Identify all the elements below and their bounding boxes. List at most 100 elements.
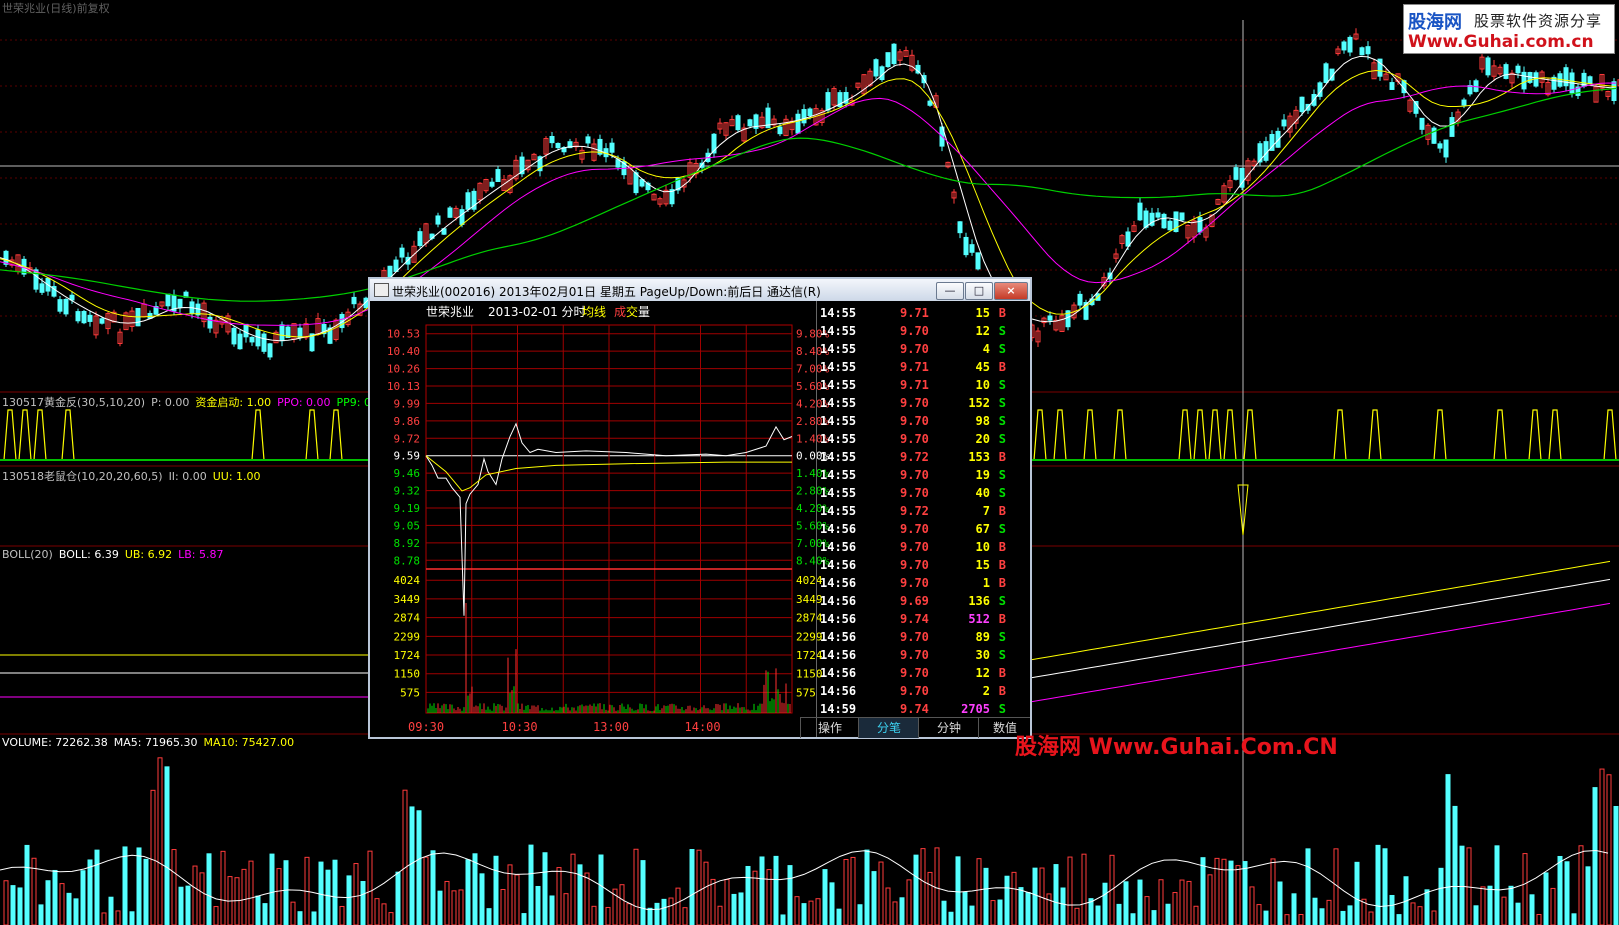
volume-bar bbox=[1172, 892, 1178, 925]
candle-body bbox=[891, 43, 897, 65]
tick-row[interactable]: 14:55 9.71 15 B bbox=[820, 305, 1008, 323]
tick-row[interactable]: 14:55 9.70 20 S bbox=[820, 431, 1008, 449]
candle-body bbox=[447, 207, 453, 218]
volume-bar bbox=[1235, 865, 1241, 925]
volume-bar bbox=[563, 893, 569, 925]
signal-spike bbox=[1603, 409, 1617, 461]
candle-body bbox=[57, 299, 63, 312]
candle-body bbox=[63, 298, 69, 315]
volume-bar bbox=[353, 863, 359, 925]
tick-time: 14:55 bbox=[820, 504, 857, 518]
volume-bar bbox=[1067, 856, 1073, 925]
tick-volume: 136 bbox=[968, 594, 990, 608]
tick-row[interactable]: 14:55 9.70 98 S bbox=[820, 413, 1008, 431]
volume-bar bbox=[1326, 899, 1332, 925]
tick-volume: 152 bbox=[968, 396, 990, 410]
intraday-dialog[interactable]: 世荣兆业(002016) 2013年02月01日 星期五 PageUp/Down… bbox=[368, 277, 1338, 760]
volume-bar bbox=[1060, 887, 1066, 925]
close-button[interactable]: × bbox=[994, 282, 1028, 300]
tick-row[interactable]: 14:55 9.70 40 S bbox=[820, 485, 1008, 503]
tick-row[interactable]: 14:56 9.70 12 B bbox=[820, 665, 1008, 683]
boll-label: BOLL(20) BOLL: 6.39 UB: 6.92 LB: 5.87 bbox=[2, 548, 224, 561]
volume-bar bbox=[1319, 908, 1325, 925]
tick-row[interactable]: 14:56 9.70 67 S bbox=[820, 521, 1008, 539]
tick-row[interactable]: 14:56 9.70 10 B bbox=[820, 539, 1008, 557]
tick-row[interactable]: 14:56 9.70 15 B bbox=[820, 557, 1008, 575]
volume-bar bbox=[1410, 902, 1416, 925]
tick-time: 14:56 bbox=[820, 540, 857, 554]
candle-body bbox=[495, 169, 501, 182]
candle-body bbox=[1563, 67, 1569, 87]
chart-header-date: 2013-02-01 分时 bbox=[488, 305, 586, 319]
tick-volume: 12 bbox=[975, 666, 990, 680]
volume-bar bbox=[1179, 879, 1185, 925]
tick-row[interactable]: 14:55 9.70 12 S bbox=[820, 323, 1008, 341]
tab-operate[interactable]: 操作 bbox=[800, 718, 859, 738]
tick-volume: 10 bbox=[975, 540, 990, 554]
volume-bar bbox=[367, 850, 373, 925]
volume-bar bbox=[801, 903, 807, 925]
volume-bar bbox=[941, 900, 947, 925]
tick-row[interactable]: 14:56 9.69 136 S bbox=[820, 593, 1008, 611]
tick-row[interactable]: 14:56 9.74 512 B bbox=[820, 611, 1008, 629]
tick-time: 14:55 bbox=[820, 360, 857, 374]
tab-minutes[interactable]: 分钟 bbox=[918, 718, 979, 738]
tick-row[interactable]: 14:56 9.70 89 S bbox=[820, 629, 1008, 647]
candle-body bbox=[585, 136, 591, 144]
signal-spike bbox=[18, 409, 32, 461]
tick-side: S bbox=[998, 414, 1006, 428]
price-label: 9.46 bbox=[394, 467, 421, 480]
maximize-button[interactable]: □ bbox=[965, 282, 993, 300]
volume-bar bbox=[3, 880, 9, 925]
volume-bar bbox=[1585, 866, 1591, 925]
volume-bar bbox=[1284, 914, 1290, 925]
tick-row[interactable]: 14:55 9.70 4 S bbox=[820, 341, 1008, 359]
volume-bar bbox=[1151, 910, 1157, 925]
volume-bar bbox=[997, 899, 1003, 925]
volume-bar bbox=[1375, 844, 1381, 925]
volume-bar bbox=[297, 911, 303, 925]
tick-row[interactable]: 14:55 9.70 152 S bbox=[820, 395, 1008, 413]
signal-spike bbox=[1178, 409, 1192, 461]
ticklist-separator bbox=[816, 301, 817, 737]
volume-bar bbox=[766, 869, 772, 925]
volume-bar bbox=[430, 850, 436, 925]
tab-ticks[interactable]: 分笔 bbox=[858, 718, 919, 738]
volume-bar bbox=[871, 871, 877, 925]
tick-row[interactable]: 14:56 9.70 1 B bbox=[820, 575, 1008, 593]
minimize-button[interactable]: — bbox=[936, 282, 964, 300]
volume-bar bbox=[752, 870, 758, 925]
volume-bar bbox=[703, 861, 709, 925]
tick-price: 9.70 bbox=[900, 486, 929, 500]
tick-row[interactable]: 14:55 9.71 45 B bbox=[820, 359, 1008, 377]
volume-bar bbox=[24, 844, 30, 925]
dialog-title: 世荣兆业(002016) 2013年02月01日 星期五 PageUp/Down… bbox=[392, 285, 821, 299]
dialog-titlebar[interactable]: 世荣兆业(002016) 2013年02月01日 星期五 PageUp/Down… bbox=[370, 279, 1030, 301]
candle-body bbox=[39, 283, 45, 293]
tick-volume: 153 bbox=[968, 450, 990, 464]
tick-row[interactable]: 14:56 9.70 2 B bbox=[820, 683, 1008, 701]
tick-row[interactable]: 14:56 9.70 30 S bbox=[820, 647, 1008, 665]
volume-bar bbox=[1207, 874, 1213, 925]
volume-bar bbox=[885, 887, 891, 925]
volume-bar bbox=[878, 861, 884, 925]
tick-price: 9.70 bbox=[900, 630, 929, 644]
top-strip: 世荣兆业(日线)前复权 bbox=[2, 2, 110, 15]
tick-side: B bbox=[998, 450, 1006, 464]
tick-row[interactable]: 14:55 9.72 153 B bbox=[820, 449, 1008, 467]
tick-row[interactable]: 14:55 9.71 10 S bbox=[820, 377, 1008, 395]
candle-body bbox=[555, 142, 561, 149]
candle-body bbox=[957, 221, 963, 234]
tick-volume: 1 bbox=[982, 576, 990, 590]
vol-label-right: 4024 bbox=[796, 574, 823, 587]
tick-row[interactable]: 14:55 9.72 7 B bbox=[820, 503, 1008, 521]
tick-row[interactable]: 14:55 9.70 19 S bbox=[820, 467, 1008, 485]
volume-bar bbox=[1466, 847, 1472, 925]
candle-body bbox=[1521, 71, 1527, 90]
price-label: 9.86 bbox=[394, 415, 421, 428]
candle-body bbox=[1155, 212, 1161, 218]
volume-bar bbox=[1025, 892, 1031, 925]
volume-bar bbox=[1480, 886, 1486, 925]
candle-body bbox=[747, 119, 753, 127]
volume-bar bbox=[416, 810, 422, 925]
